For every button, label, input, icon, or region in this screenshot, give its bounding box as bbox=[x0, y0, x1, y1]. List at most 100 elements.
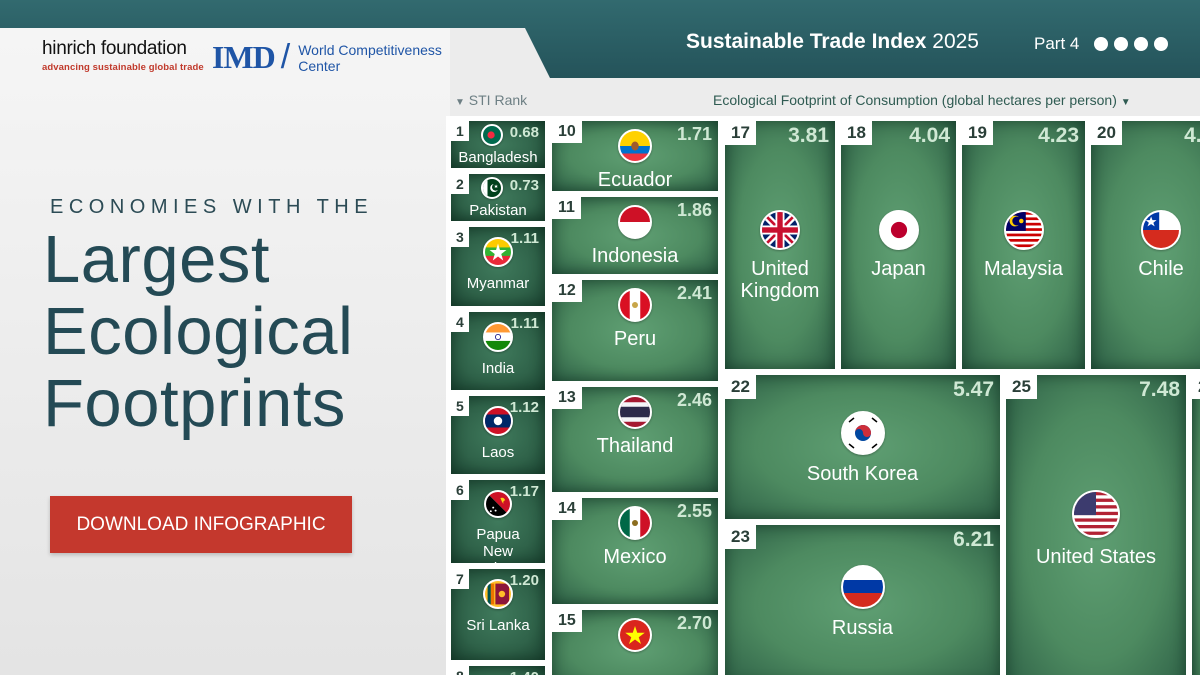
tile-value: 5.47 bbox=[953, 378, 994, 401]
russia-flag-icon bbox=[841, 565, 885, 609]
metric-legend-label: Ecological Footprint of Consumption (glo… bbox=[713, 92, 1117, 108]
part-label: Part 4 bbox=[1034, 34, 1080, 53]
tile-value: 1.40 bbox=[510, 669, 539, 675]
tile-country-name: Myanmar bbox=[466, 275, 530, 292]
treemap-tile[interactable]: 20 4.27 Chile bbox=[1091, 121, 1200, 369]
tile-value: 3.81 bbox=[788, 124, 829, 147]
part-progress-dots bbox=[1094, 37, 1168, 51]
progress-dot bbox=[1114, 37, 1128, 51]
treemap-tile[interactable]: 1 0.68 Bangladesh bbox=[451, 121, 545, 168]
uk-flag-icon bbox=[760, 210, 800, 250]
tile-country-name: Laos bbox=[481, 444, 515, 461]
treemap-tile[interactable]: 14 2.55 Mexico bbox=[552, 498, 718, 604]
headline-line: Largest bbox=[43, 222, 270, 297]
tile-country-name: Pakistan bbox=[469, 202, 527, 219]
tile-country-name: Japan bbox=[871, 258, 926, 280]
laos-flag-icon bbox=[483, 406, 513, 436]
tile-rank: 17 bbox=[725, 121, 756, 145]
treemap-tile[interactable]: 12 2.41 Peru bbox=[552, 280, 718, 381]
tile-country-name: South Korea bbox=[806, 463, 919, 485]
report-title: Sustainable Trade Index 2025 bbox=[686, 30, 979, 54]
tile-value: 4.23 bbox=[1038, 124, 1079, 147]
treemap-tile[interactable]: 18 4.04 Japan bbox=[841, 121, 956, 369]
caret-down-icon: ▼ bbox=[1120, 97, 1131, 108]
hinrich-logo[interactable]: hinrich foundation advancing sustainable… bbox=[42, 38, 204, 73]
treemap-tile[interactable]: 15 2.70 bbox=[552, 610, 718, 675]
tile-value: 1.11 bbox=[510, 315, 539, 332]
progress-dot bbox=[1094, 37, 1108, 51]
tile-value: 1.11 bbox=[510, 230, 539, 247]
treemap-tile[interactable]: 22 5.47 South Korea bbox=[725, 375, 1000, 519]
tile-value: 0.73 bbox=[509, 177, 539, 194]
imd-logo-text: World Competitiveness Center bbox=[298, 42, 442, 74]
treemap-tile[interactable]: 19 4.23 Malaysia bbox=[962, 121, 1085, 369]
imd-logo-mark: IMD bbox=[212, 39, 276, 75]
tile-country-name: Bangladesh bbox=[458, 149, 538, 166]
treemap-tile[interactable]: 6 1.17 Papua New Guinea bbox=[451, 480, 545, 563]
progress-dot bbox=[1134, 37, 1148, 51]
imd-logo-line1: World Competitiveness bbox=[298, 41, 442, 58]
treemap-chart: 1 0.68 Bangladesh 2 0.73 Pakistan 3 1.11 Myanmar… bbox=[446, 116, 1200, 675]
tile-value: 2.41 bbox=[676, 283, 712, 303]
myanmar-flag-icon bbox=[483, 237, 513, 267]
treemap-tile[interactable]: 2 0.73 Pakistan bbox=[451, 174, 545, 221]
tile-country-name: Papua New Guinea bbox=[474, 526, 522, 563]
treemap-tile[interactable]: 5 1.12 Laos bbox=[451, 396, 545, 474]
tile-country-name: Russia bbox=[831, 617, 894, 639]
tile-value: 4.27 bbox=[1184, 124, 1200, 147]
treemap-tile[interactable]: 11 1.86 Indonesia bbox=[552, 197, 718, 274]
rank-legend: ▼ STI Rank bbox=[455, 92, 527, 108]
malaysia-flag-icon bbox=[1004, 210, 1044, 250]
tile-rank: 2 bbox=[1192, 375, 1200, 399]
treemap-tile[interactable]: 10 1.71 Ecuador bbox=[552, 121, 718, 191]
vietnam-flag-icon bbox=[618, 618, 652, 652]
tile-rank: 3 bbox=[451, 227, 469, 247]
tile-country-name: Ecuador bbox=[597, 169, 673, 191]
treemap-tile[interactable]: 3 1.11 Myanmar bbox=[451, 227, 545, 306]
pakistan-flag-icon bbox=[481, 177, 503, 199]
thailand-flag-icon bbox=[618, 395, 652, 429]
tile-rank: 18 bbox=[841, 121, 872, 145]
tile-rank: 10 bbox=[552, 121, 582, 143]
tile-country-name: Malaysia bbox=[984, 258, 1063, 280]
caret-down-icon: ▼ bbox=[455, 97, 465, 108]
tile-rank: 1 bbox=[451, 121, 469, 141]
headline-line: Ecological bbox=[43, 294, 354, 369]
imd-logo[interactable]: IMD / World Competitiveness Center bbox=[212, 38, 442, 77]
tile-rank: 14 bbox=[552, 498, 582, 520]
download-infographic-button[interactable]: DOWNLOAD INFOGRAPHIC bbox=[50, 496, 352, 553]
tile-rank: 6 bbox=[451, 480, 469, 500]
imd-logo-slash: / bbox=[280, 38, 291, 76]
imd-logo-line2: Center bbox=[298, 57, 341, 74]
tile-country-name: United Kingdom bbox=[740, 258, 820, 302]
header-bar: hinrich foundation advancing sustainable… bbox=[0, 0, 1200, 78]
tile-value: 6.21 bbox=[953, 528, 994, 551]
treemap-tile[interactable]: 23 6.21 Russia bbox=[725, 525, 1000, 675]
tile-value: 1.12 bbox=[509, 399, 539, 416]
southkorea-flag-icon bbox=[841, 411, 885, 455]
tile-value: 7.48 bbox=[1139, 378, 1180, 401]
tile-country-name: Thailand bbox=[596, 435, 674, 457]
treemap-tile[interactable]: 4 1.11 India bbox=[451, 312, 545, 390]
tile-rank: 7 bbox=[451, 569, 469, 589]
progress-dot bbox=[1154, 37, 1168, 51]
tile-rank: 8 bbox=[451, 666, 469, 675]
tile-country-name: India bbox=[481, 360, 515, 377]
treemap-tile[interactable]: 81.40 bbox=[451, 666, 545, 675]
treemap-tile[interactable]: 17 3.81 United Kingdom bbox=[725, 121, 835, 369]
tile-country-name: Mexico bbox=[603, 546, 667, 568]
hinrich-logo-name: hinrich foundation bbox=[42, 38, 187, 59]
tile-value: 4.04 bbox=[909, 124, 950, 147]
hero-subheading: ECONOMIES WITH THE bbox=[50, 196, 374, 218]
treemap-tile[interactable]: 25 7.48 United States bbox=[1006, 375, 1186, 675]
tile-rank: 22 bbox=[725, 375, 756, 399]
tile-country-name: Indonesia bbox=[591, 245, 679, 267]
tile-rank: 4 bbox=[451, 312, 469, 332]
mexico-flag-icon bbox=[618, 506, 652, 540]
tile-rank: 11 bbox=[552, 197, 581, 219]
treemap-tile[interactable]: 13 2.46 Thailand bbox=[552, 387, 718, 492]
report-title-name: Sustainable Trade Index bbox=[686, 30, 927, 53]
treemap-tile[interactable]: 7 1.20 Sri Lanka bbox=[451, 569, 545, 660]
treemap-tile[interactable]: 2 bbox=[1192, 375, 1200, 675]
png-flag-icon bbox=[484, 490, 512, 518]
